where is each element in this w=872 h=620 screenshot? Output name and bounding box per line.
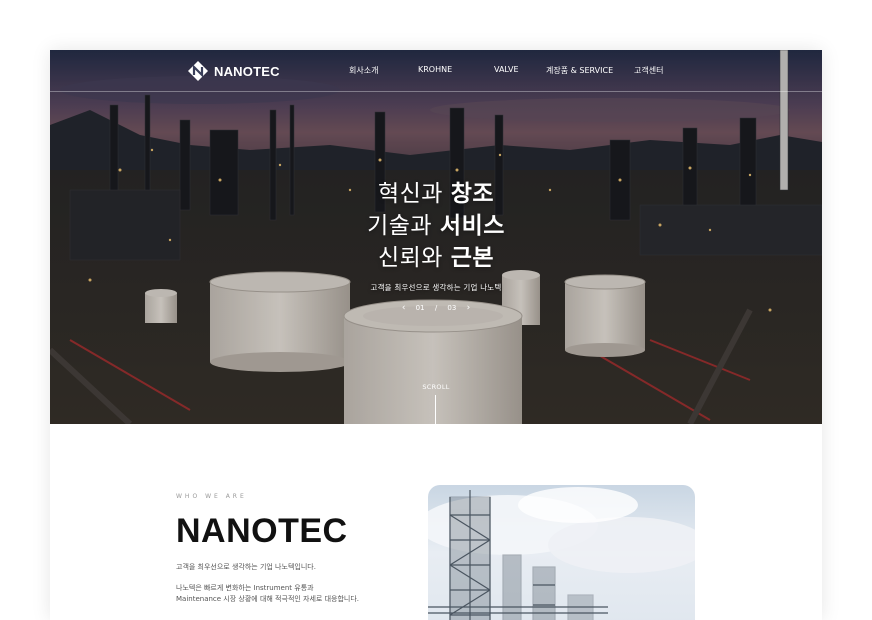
about-title: NANOTEC xyxy=(176,512,348,550)
hero-line-1: 혁신과 창조 xyxy=(50,178,822,210)
refinery-tower-image xyxy=(428,487,695,620)
hero-line-3-bold: 근본 xyxy=(450,245,495,271)
slide-separator: / xyxy=(434,304,438,312)
nanotec-logo-icon xyxy=(188,61,208,81)
hero-line-3-normal: 신뢰와 xyxy=(377,245,451,271)
hero-line-2-bold: 서비스 xyxy=(439,213,505,239)
slide-pager: ‹ 01 / 03 › xyxy=(50,303,822,313)
scroll-indicator-label[interactable]: SCROLL xyxy=(412,383,460,391)
about-description-line-2: Maintenance 시장 상황에 대해 적극적인 자세로 대응합니다. xyxy=(176,595,360,603)
hero-line-1-bold: 창조 xyxy=(450,181,495,207)
hero-line-2-normal: 기술과 xyxy=(367,213,440,239)
brand-logo[interactable]: NANOTEC xyxy=(187,59,280,83)
nav-item-valve[interactable]: VALVE xyxy=(494,65,519,74)
about-eyebrow: WHO WE ARE xyxy=(176,493,247,500)
nav-item-customer-center[interactable]: 고객센터 xyxy=(634,65,663,76)
slide-prev-icon[interactable]: ‹ xyxy=(402,303,406,313)
hero-line-1-normal: 혁신과 xyxy=(377,181,451,207)
hero-line-3: 신뢰와 근본 xyxy=(50,242,822,274)
slide-total: 03 xyxy=(447,304,457,312)
nav-item-instrument-service[interactable]: 계장품 & SERVICE xyxy=(546,65,613,76)
about-refinery-photo xyxy=(428,485,695,620)
about-description-line-1: 나노텍은 빠르게 변화하는 Instrument 유통과 xyxy=(176,584,314,592)
hero-subtitle: 고객을 최우선으로 생각하는 기업 나노텍 xyxy=(370,283,502,292)
brand-name: NANOTEC xyxy=(214,63,280,79)
scroll-indicator-line xyxy=(435,395,436,424)
top-navigation: NANOTEC 회사소개 KROHNE VALVE 계장품 & SERVICE … xyxy=(50,50,822,92)
about-subtitle: 고객을 최우선으로 생각하는 기업 나노텍입니다. xyxy=(176,563,316,571)
hero-section: NANOTEC 회사소개 KROHNE VALVE 계장품 & SERVICE … xyxy=(50,50,822,424)
about-description: 나노텍은 빠르게 변화하는 Instrument 유통과 Maintenance… xyxy=(176,583,359,605)
nav-item-krohne[interactable]: KROHNE xyxy=(418,65,452,74)
page-frame: NANOTEC 회사소개 KROHNE VALVE 계장품 & SERVICE … xyxy=(50,50,822,620)
hero-line-2: 기술과 서비스 xyxy=(50,210,822,242)
slide-next-icon[interactable]: › xyxy=(467,303,471,313)
slide-current: 01 xyxy=(415,304,425,312)
nav-item-company[interactable]: 회사소개 xyxy=(349,65,378,76)
hero-headline: 혁신과 창조 기술과 서비스 신뢰와 근본 고객을 최우선으로 생각하는 기업 … xyxy=(50,178,822,293)
